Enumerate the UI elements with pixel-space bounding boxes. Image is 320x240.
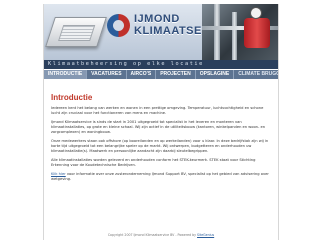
main-content: Introductie Iedereen kent het belang van… <box>51 93 271 186</box>
nav-item-projecten[interactable]: PROJECTEN <box>156 70 196 79</box>
gauge-graphic <box>250 7 262 19</box>
page-title: Introductie <box>51 93 93 102</box>
page-container: IJMOND KLIMAATSERVICE Klimaatbeheersing … <box>43 4 279 240</box>
pipe-graphic <box>232 12 237 60</box>
intro-paragraph-1: Iedereen kent het belang van werken en w… <box>51 106 264 115</box>
nav-item-external-link[interactable]: CLIMATE BRUGGE <box>234 70 278 79</box>
intro-paragraph-2: IJmond Klimaatservice is sinds de start … <box>51 120 266 134</box>
airco-unit-image <box>45 17 107 47</box>
klik-hier-link[interactable]: Klik hier <box>51 172 66 176</box>
installation-photo <box>202 4 278 60</box>
main-nav: INTRODUCTIE VACATURES AIRCO'S PROJECTEN … <box>44 70 278 79</box>
nav-item-introductie[interactable]: INTRODUCTIE <box>44 70 88 79</box>
intro-paragraph-3: Onze medewerkers staan ook offshore (op … <box>51 139 269 153</box>
tagline-bar: Klimaatbeheersing op elke locatie <box>44 60 278 69</box>
nav-item-aircos[interactable]: AIRCO'S <box>127 70 157 79</box>
nav-item-opslagine[interactable]: OPSLAGINE <box>196 70 235 79</box>
footer: Copyright 2007 IJmond Klimaatservice BV … <box>44 233 278 237</box>
footer-powered-link[interactable]: SiteGenius <box>197 233 214 237</box>
footer-separator: - Powered by <box>174 233 198 237</box>
paragraph-5-text: voor informatie over onze zusterondernem… <box>51 172 269 181</box>
nav-item-vacatures[interactable]: VACATURES <box>87 70 127 79</box>
logo-name-line1: IJMOND <box>134 13 180 25</box>
header-banner: IJMOND KLIMAATSERVICE <box>44 4 278 60</box>
footer-copyright: Copyright 2007 IJmond Klimaatservice BV <box>107 233 175 237</box>
intro-paragraph-5: Klik hier voor informatie over onze zust… <box>51 172 271 182</box>
intro-paragraph-4: Alle klimaatinstallaties worden geleverd… <box>51 158 256 167</box>
pipe-graphic <box>214 4 220 60</box>
airco-grille <box>58 25 96 41</box>
logo-swirl-icon <box>107 14 130 37</box>
tank-graphic <box>244 18 270 48</box>
